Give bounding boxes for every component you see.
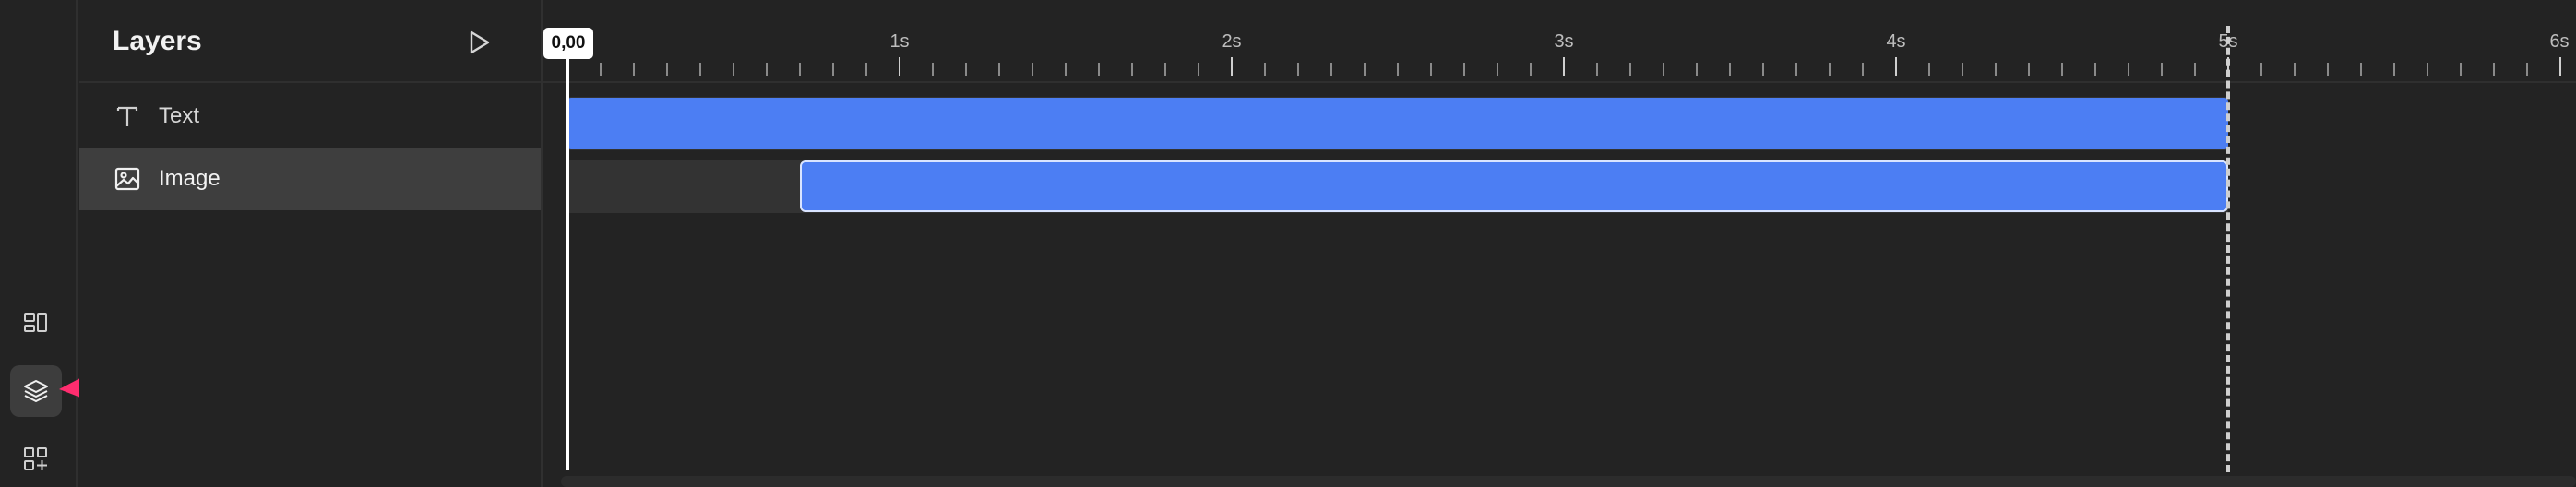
ruler-tick <box>1364 63 1366 76</box>
ruler-tick <box>633 63 635 76</box>
ruler-tick <box>1164 63 1166 76</box>
ruler-tick <box>1962 63 1963 76</box>
ruler-tick <box>2427 63 2428 76</box>
clip-image[interactable] <box>800 160 2228 212</box>
ruler-tick <box>2260 63 2262 76</box>
layers-button[interactable] <box>10 365 62 417</box>
ruler-tick <box>1430 63 1432 76</box>
ruler-tick <box>1032 63 1033 76</box>
playhead-time-label[interactable]: 0,00 <box>543 28 593 59</box>
play-icon <box>470 30 490 54</box>
ruler-tick <box>2128 63 2129 76</box>
ruler-tick <box>1629 63 1631 76</box>
layer-row-image[interactable]: Image <box>79 148 541 210</box>
ruler-tick <box>1928 63 1930 76</box>
left-rail <box>0 0 78 487</box>
add-widget-icon <box>24 447 47 470</box>
ruler-tick <box>832 63 834 76</box>
ruler-tick <box>1330 63 1332 76</box>
ruler-tick <box>1065 63 1067 76</box>
ruler-tick <box>932 63 934 76</box>
ruler-tick-label: 6s <box>2549 31 2570 52</box>
ruler-tick <box>1995 63 1997 76</box>
ruler-tick <box>865 63 867 76</box>
layers-panel: Layers Text Image <box>79 0 541 487</box>
add-widget-button[interactable] <box>10 434 62 485</box>
layer-label-text: Text <box>159 103 200 128</box>
ruler-tick <box>1131 63 1133 76</box>
ruler-tick <box>2094 63 2096 76</box>
ruler-tick <box>1862 63 1864 76</box>
time-ruler[interactable]: 1s 2s 3s 4s 5s 6s <box>543 0 2576 83</box>
ruler-tick <box>1530 63 1532 76</box>
ruler-tick-label: 2s <box>1222 31 1242 52</box>
ruler-tick <box>2028 63 2030 76</box>
image-icon <box>113 164 142 194</box>
ruler-tick <box>699 63 701 76</box>
clip-text[interactable] <box>567 98 2228 149</box>
ruler-tick <box>2161 63 2163 76</box>
layout-icon <box>24 313 47 332</box>
ruler-tick <box>1397 63 1399 76</box>
ruler-tick <box>2294 63 2296 76</box>
ruler-tick-label: 1s <box>889 31 910 52</box>
ruler-tick <box>1497 63 1498 76</box>
ruler-major-tick <box>1231 57 1233 76</box>
playhead-line[interactable] <box>566 48 569 470</box>
ruler-tick <box>2061 63 2063 76</box>
ruler-tick-label: 4s <box>1886 31 1906 52</box>
ruler-major-tick <box>1895 57 1897 76</box>
ruler-tick <box>1463 63 1465 76</box>
ruler-tick <box>1829 63 1831 76</box>
ruler-tick <box>2393 63 2395 76</box>
ruler-tick <box>965 63 967 76</box>
ruler-major-tick <box>899 57 900 76</box>
ruler-tick <box>1795 63 1797 76</box>
ruler-tick <box>1264 63 1266 76</box>
ruler-tick <box>1663 63 1664 76</box>
ruler-tick <box>998 63 1000 76</box>
ruler-tick <box>1696 63 1698 76</box>
ruler-tick <box>2526 63 2528 76</box>
layers-header: Layers <box>79 0 541 83</box>
end-marker[interactable] <box>2226 26 2230 472</box>
ruler-tick <box>1762 63 1764 76</box>
layers-icon <box>24 380 48 402</box>
layer-row-text[interactable]: Text <box>79 85 541 148</box>
text-icon <box>113 101 142 131</box>
ruler-tick <box>2360 63 2362 76</box>
play-button[interactable] <box>461 24 498 61</box>
ruler-tick <box>2194 63 2196 76</box>
ruler-major-tick <box>1563 57 1565 76</box>
ruler-tick <box>1098 63 1100 76</box>
ruler-tick <box>1729 63 1731 76</box>
ruler-tick <box>1596 63 1598 76</box>
layout-button[interactable] <box>10 297 62 349</box>
ruler-tick <box>733 63 734 76</box>
ruler-tick <box>2327 63 2329 76</box>
timeline: 1s 2s 3s 4s 5s 6s 0,00 <box>543 0 2576 487</box>
timeline-scrollbar[interactable] <box>561 476 2576 487</box>
ruler-tick <box>766 63 768 76</box>
ruler-tick <box>2460 63 2462 76</box>
ruler-tick <box>1198 63 1199 76</box>
ruler-tick <box>600 63 602 76</box>
ruler-tick <box>666 63 668 76</box>
app-window: Layers Text Image 1s 2s 3s 4s 5s 6s 0,00 <box>0 0 2576 487</box>
ruler-tick <box>799 63 801 76</box>
layers-title: Layers <box>113 26 202 56</box>
ruler-tick <box>2493 63 2495 76</box>
ruler-tick-label: 3s <box>1554 31 1574 52</box>
ruler-major-tick <box>2559 57 2561 76</box>
layer-label-image: Image <box>159 166 221 191</box>
ruler-tick <box>1297 63 1299 76</box>
